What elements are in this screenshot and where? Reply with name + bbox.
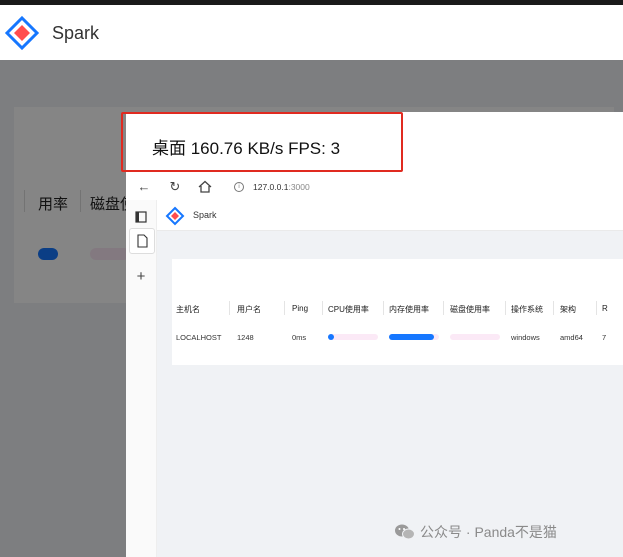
column-header-cpu[interactable]: CPU使用率 xyxy=(328,304,369,315)
url-port: :3000 xyxy=(288,182,310,192)
browser-toolbar: ← ↻ i 127.0.0.1:3000 xyxy=(126,174,623,201)
url-host: 127.0.0.1 xyxy=(253,182,289,192)
app-header: Spark xyxy=(0,0,623,60)
cell-arch: amd64 xyxy=(560,333,583,342)
page-tab-icon[interactable] xyxy=(129,228,155,254)
column-header-ping[interactable]: Ping xyxy=(292,304,308,313)
watermark: 公众号 · Panda不是猫 xyxy=(394,521,557,543)
desktop-window[interactable]: 桌面 160.76 KB/s FPS: 3 ← ↻ i 127.0.0.1:30… xyxy=(126,112,623,557)
column-separator xyxy=(284,301,285,315)
memory-usage-track xyxy=(389,334,439,340)
column-separator xyxy=(505,301,506,315)
column-header-username[interactable]: 用户名 xyxy=(237,304,261,315)
column-separator xyxy=(322,301,323,315)
address-bar[interactable]: i 127.0.0.1:3000 xyxy=(224,178,623,196)
memory-usage-fill xyxy=(389,334,434,340)
column-separator xyxy=(383,301,384,315)
tab-strip-icon[interactable] xyxy=(134,210,148,224)
cpu-usage-fill xyxy=(328,334,334,340)
reload-icon[interactable]: ↻ xyxy=(166,178,184,196)
inner-app-header: Spark xyxy=(157,200,623,231)
inner-app-title: Spark xyxy=(193,210,217,220)
column-separator xyxy=(443,301,444,315)
spark-app: Spark 用率 磁盘使 桌面 160.76 KB/s FPS: 3 ← ↻ i… xyxy=(0,0,623,557)
column-header-hostname[interactable]: 主机名 xyxy=(176,304,200,315)
watermark-text: 公众号 · Panda不是猫 xyxy=(420,524,557,540)
cell-hostname: LOCALHOST xyxy=(176,333,222,342)
cell-username: 1248 xyxy=(237,333,254,342)
home-icon[interactable] xyxy=(196,178,214,196)
document-icon xyxy=(137,234,148,248)
spark-logo-icon xyxy=(4,15,40,51)
cell-extra: 7 xyxy=(602,333,607,342)
column-header-r[interactable]: R xyxy=(602,304,608,313)
url-text: 127.0.0.1:3000 xyxy=(253,178,310,196)
inner-spark-page: Spark 主机名 用户名 Ping CPU使用率 内存使用率 磁盘使用率 操作… xyxy=(157,200,623,557)
column-separator xyxy=(553,301,554,315)
column-header-disk[interactable]: 磁盘使用率 xyxy=(450,304,490,315)
column-header-os[interactable]: 操作系统 xyxy=(511,304,543,315)
cpu-usage-track xyxy=(328,334,378,340)
highlight-annotation-box xyxy=(121,112,403,172)
cell-ping: 0ms xyxy=(292,333,307,342)
back-arrow-icon[interactable]: ← xyxy=(135,178,153,196)
info-icon[interactable]: i xyxy=(234,182,244,192)
disk-usage-track xyxy=(450,334,500,340)
column-separator xyxy=(229,301,230,315)
column-separator xyxy=(596,301,597,315)
inner-spark-logo-icon xyxy=(165,206,185,226)
device-table: 主机名 用户名 Ping CPU使用率 内存使用率 磁盘使用率 操作系统 架构 … xyxy=(172,259,623,365)
column-header-arch[interactable]: 架构 xyxy=(560,304,576,315)
new-tab-plus-icon[interactable]: + xyxy=(134,269,148,284)
wechat-icon xyxy=(395,524,415,540)
column-header-memory[interactable]: 内存使用率 xyxy=(389,304,429,315)
browser-sidebar: + xyxy=(126,200,157,557)
cell-os: windows xyxy=(511,333,540,342)
app-title: Spark xyxy=(52,23,100,43)
